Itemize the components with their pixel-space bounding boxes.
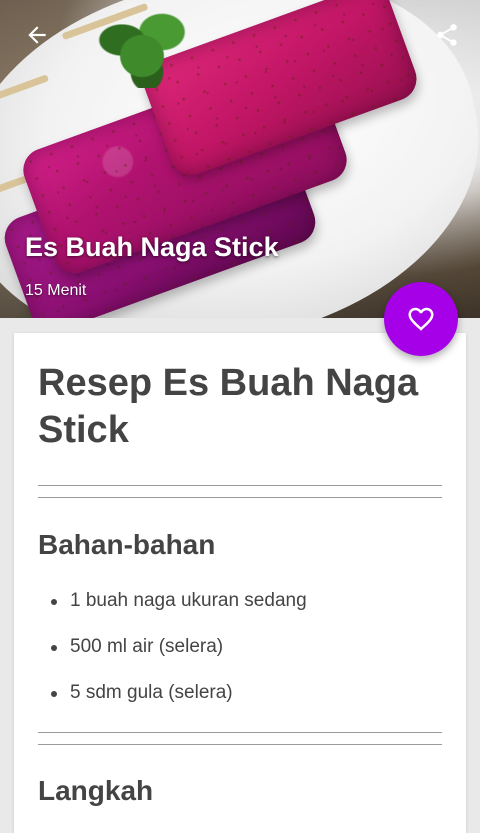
list-item: 5 sdm gula (selera) [51, 681, 307, 727]
arrow-left-icon [28, 26, 46, 44]
recipe-card: Resep Es Buah Naga Stick Bahan-bahan 1 b… [14, 333, 466, 833]
back-button[interactable] [14, 12, 60, 58]
recipe-title: Resep Es Buah Naga Stick [38, 362, 419, 451]
ingredients-heading: Bahan-bahan [38, 529, 216, 560]
divider [38, 485, 442, 498]
list-item: 500 ml air (selera) [51, 635, 307, 681]
heart-outline-icon [408, 307, 434, 331]
divider [38, 732, 442, 745]
cook-duration: 15 Menit [25, 282, 87, 299]
top-app-bar [0, 0, 480, 70]
share-icon [437, 24, 457, 46]
hero-title: Es Buah Naga Stick [25, 232, 279, 262]
share-button[interactable] [424, 12, 470, 58]
ingredients-list: 1 buah naga ukuran sedang 500 ml air (se… [51, 589, 307, 727]
list-item: 1 buah naga ukuran sedang [51, 589, 307, 635]
steps-heading: Langkah [38, 775, 154, 806]
favorite-button[interactable] [384, 282, 458, 356]
